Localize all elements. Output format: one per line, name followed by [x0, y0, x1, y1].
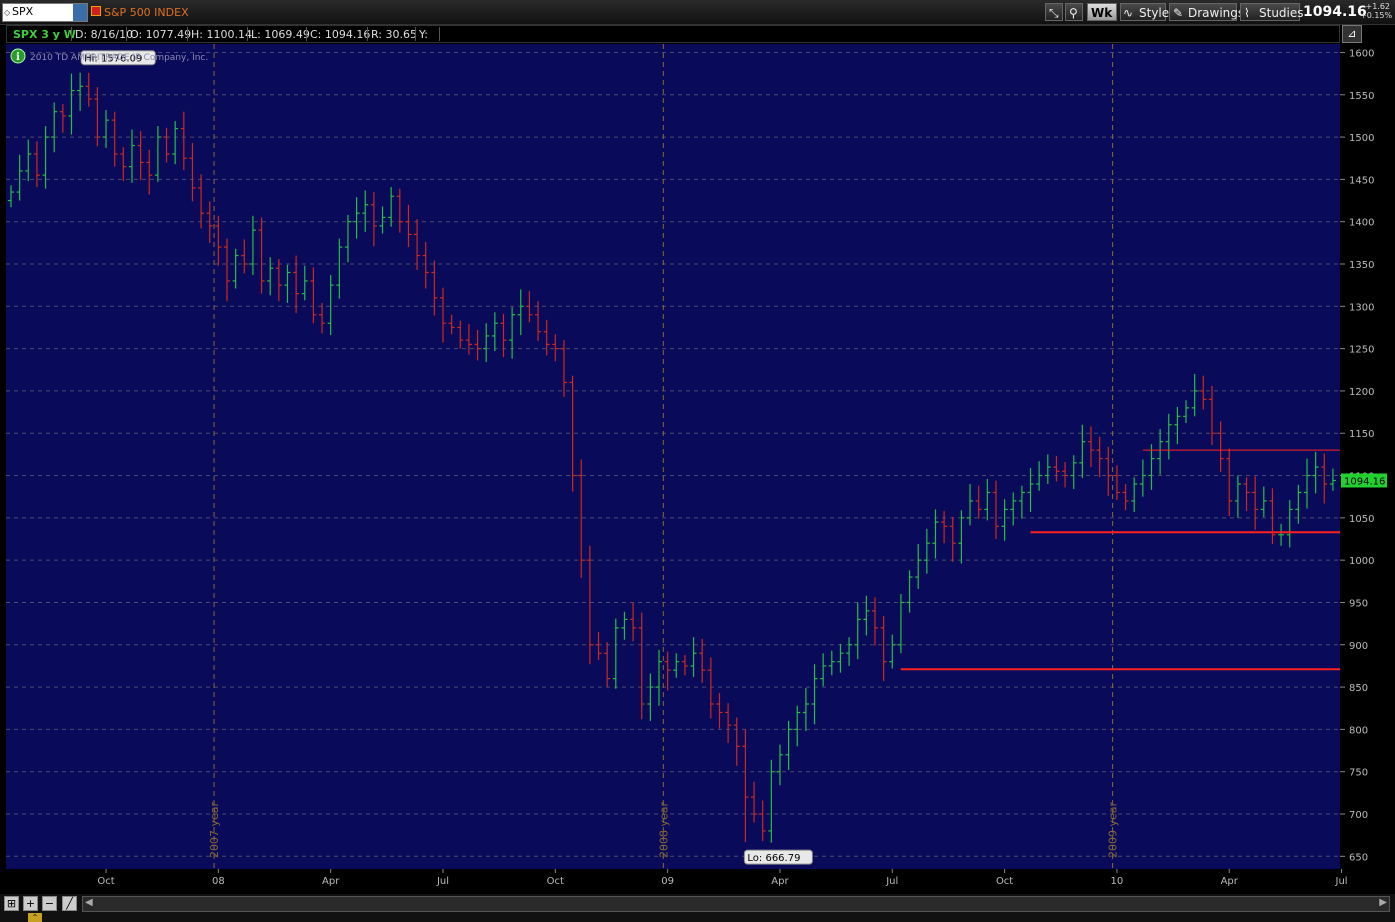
y-tick-label: 900	[1349, 641, 1368, 652]
bottom-axis-background	[0, 869, 1395, 894]
y-tick-label: 650	[1349, 852, 1368, 863]
y-tick-label: 1350	[1349, 260, 1374, 271]
y-tick-label: 1000	[1349, 556, 1374, 567]
y-tick-label: 1200	[1349, 387, 1374, 398]
y-tick-label: 1600	[1349, 48, 1374, 59]
x-tick-label: Jul	[885, 876, 898, 887]
drawings-button[interactable]: ✎ Drawings	[1169, 3, 1244, 21]
x-tick-label: Apr	[771, 876, 789, 887]
copyright-text: 2010 TD AMERITRADE IP Company, Inc.	[30, 53, 208, 63]
pencil-icon: ✎	[1173, 6, 1184, 20]
price-change: +1.62 +0.15%	[1360, 2, 1393, 20]
scroll-right-icon[interactable]: ▶	[1379, 897, 1387, 908]
zoom-out-icon[interactable]: −	[42, 896, 57, 911]
symbol-input[interactable]: ◇ SPX	[2, 3, 88, 22]
flag-icon	[91, 6, 101, 16]
y-tick-label: 1400	[1349, 218, 1374, 229]
y-tick-label: 1150	[1349, 429, 1374, 440]
x-tick-label: 10	[1111, 876, 1124, 887]
style-icon: ∿	[1123, 6, 1134, 20]
y-tick-label: 1300	[1349, 302, 1374, 313]
draw-line-icon[interactable]: ╱	[62, 896, 77, 911]
chart-label[interactable]: SPX 3 y W	[13, 28, 76, 41]
style-button[interactable]: ∿ Style	[1120, 3, 1170, 21]
low-value: L: 1069.49	[251, 28, 310, 41]
plot-background	[6, 44, 1340, 869]
symbol-value: SPX	[12, 5, 34, 18]
bottom-toolbar: ⊞ + − ╱ ◀ ▶ ⌃	[0, 894, 1395, 922]
year-label: 2009 year	[1107, 801, 1120, 858]
date-value: D: 8/16/10	[75, 28, 134, 41]
year-label: 2007 year	[208, 801, 221, 858]
info-icon[interactable]: i	[10, 48, 26, 64]
expand-panel-icon[interactable]: ⊿	[1342, 25, 1362, 43]
y-tick-label: 950	[1349, 598, 1368, 609]
chart-scrollbar[interactable]: ◀ ▶	[82, 896, 1390, 912]
symbol-dropdown-icon[interactable]	[73, 4, 87, 21]
x-tick-label: Oct	[97, 876, 114, 887]
studies-button[interactable]: ⌇ Studies	[1240, 3, 1304, 21]
x-tick-label: Jul	[436, 876, 449, 887]
change-percent: +0.15%	[1360, 11, 1393, 20]
last-price-text: 1094.16	[1344, 476, 1385, 487]
scroll-left-icon[interactable]: ◀	[85, 897, 93, 908]
range-value: R: 30.65	[371, 28, 417, 41]
svg-text:i: i	[16, 52, 20, 63]
lo-label: Lo: 666.79	[743, 849, 813, 865]
zoom-icon[interactable]: ⚲	[1065, 3, 1083, 21]
y-tick-label: 1500	[1349, 133, 1374, 144]
style-label: Style	[1139, 6, 1170, 20]
top-toolbar: ◇ SPX S&P 500 INDEX ⤡ ⚲ Wk ∿ Style ✎ Dra…	[0, 0, 1395, 25]
price-chart[interactable]: 2007 year 2008 year 2009 year 650 700 750 800…	[0, 0, 1395, 894]
close-value: C: 1094.16	[310, 28, 371, 41]
expand-up-icon[interactable]: ⌃	[28, 913, 42, 922]
timeframe-button[interactable]: Wk	[1087, 3, 1117, 21]
crosshair-icon[interactable]: ⤡	[1045, 3, 1063, 21]
change-value: +1.62	[1365, 2, 1390, 11]
tick-icon: ◇	[4, 8, 11, 17]
right-axis-background	[1340, 44, 1395, 869]
y-tick-label: 1450	[1349, 175, 1374, 186]
y-tick-label: 1250	[1349, 345, 1374, 356]
symbol-description: S&P 500 INDEX	[104, 6, 189, 19]
drawings-label: Drawings	[1188, 6, 1245, 20]
panel-icon[interactable]: ⊞	[4, 896, 19, 911]
y-tick-label: 750	[1349, 768, 1368, 779]
studies-icon: ⌇	[1244, 6, 1250, 20]
x-tick-label: 08	[212, 876, 225, 887]
y-tick-label: 1550	[1349, 91, 1374, 102]
x-tick-label: Apr	[1221, 876, 1239, 887]
y-value: Y:	[419, 28, 428, 41]
lo-label-text: Lo: 666.79	[747, 853, 800, 864]
x-tick-label: Oct	[547, 876, 564, 887]
year-label: 2008 year	[657, 801, 670, 858]
info-bar: SPX 3 y W D: 8/16/10 O: 1077.49 H: 1100.…	[6, 25, 1340, 43]
y-tick-label: 850	[1349, 683, 1368, 694]
x-tick-label: Oct	[996, 876, 1013, 887]
x-tick-label: 09	[661, 876, 674, 887]
y-tick-label: 700	[1349, 810, 1368, 821]
x-tick-label: Jul	[1335, 876, 1348, 887]
y-tick-label: 800	[1349, 725, 1368, 736]
x-tick-label: Apr	[322, 876, 340, 887]
studies-label: Studies	[1259, 6, 1304, 20]
high-value: H: 1100.14	[191, 28, 252, 41]
last-price: 1094.16	[1303, 4, 1367, 20]
open-value: O: 1077.49	[130, 28, 192, 41]
last-price-marker: 1094.16	[1341, 473, 1387, 488]
zoom-in-icon[interactable]: +	[23, 896, 38, 911]
y-tick-label: 1050	[1349, 514, 1374, 525]
